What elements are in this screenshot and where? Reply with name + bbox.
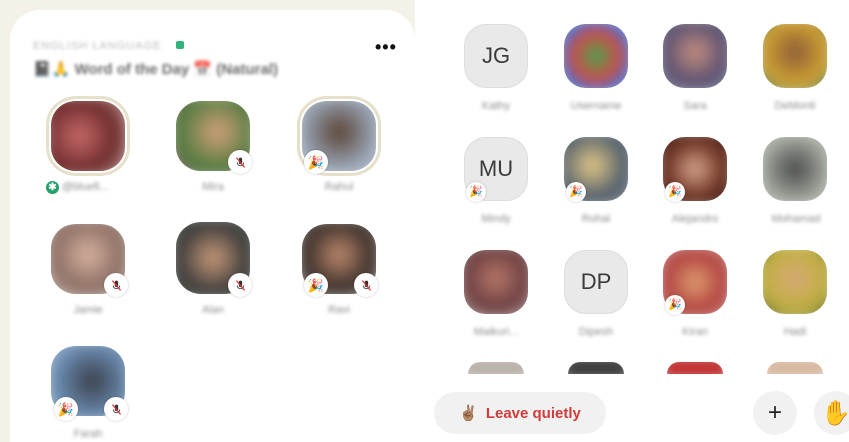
speaker-name: @bluefi... (62, 181, 109, 193)
audience-name: Rohal (581, 213, 611, 225)
audience-avatar[interactable] (468, 362, 524, 374)
audience-name: Mindy (481, 213, 511, 225)
party-popper-icon: 🎉 (304, 273, 328, 297)
audience-name: Hadi (783, 326, 807, 338)
muted-mic-icon (104, 273, 128, 297)
leave-quietly-button[interactable]: ✌🏽 Leave quietly (434, 392, 606, 434)
speaker-name: Mira (202, 181, 224, 193)
audience-name: Maikuri... (473, 326, 519, 338)
speaker-avatar[interactable] (51, 101, 125, 171)
audience-name: Kiran (682, 326, 708, 338)
party-popper-icon: 🎉 (665, 182, 685, 202)
party-popper-icon: 🎉 (304, 150, 328, 174)
party-popper-icon: 🎉 (54, 397, 78, 421)
audience-name: Kathy (481, 100, 511, 112)
speaker-name: Rahul (324, 181, 354, 193)
audience-avatar[interactable] (763, 137, 827, 201)
audience-name: Username (570, 100, 622, 112)
more-options-button[interactable]: ••• (375, 38, 397, 56)
audience-name: Dipesh (578, 326, 614, 338)
audience-avatar[interactable] (568, 362, 624, 374)
peace-hand-icon: ✌🏽 (459, 405, 478, 422)
room-subtitle: ENGLISH LANGUAGE (33, 40, 162, 52)
speaker-name: Ravi (327, 304, 350, 316)
party-popper-icon: 🎉 (566, 182, 586, 202)
add-button[interactable]: + (753, 391, 797, 435)
party-popper-icon: 🎉 (665, 295, 685, 315)
raise-hand-button[interactable]: ✋ (814, 391, 849, 435)
party-popper-icon: 🎉 (466, 182, 486, 202)
audience-avatar[interactable] (767, 362, 823, 374)
audience-avatar[interactable] (667, 362, 723, 374)
audience-name: Alejandro (671, 213, 719, 225)
leave-quietly-label: Leave quietly (485, 404, 581, 422)
audience-avatar[interactable] (763, 250, 827, 314)
muted-mic-icon (104, 397, 128, 421)
audience-avatar[interactable]: DP (564, 250, 628, 314)
live-speaker-icon: ✱ (46, 181, 59, 194)
audience-avatar[interactable] (564, 24, 628, 88)
muted-mic-icon (228, 150, 252, 174)
speaker-name: Jamie (73, 304, 103, 316)
room-title[interactable]: 📓🙏 Word of the Day 📅 (Natural) (33, 60, 278, 78)
speaker-name: Farah (73, 428, 103, 440)
audience-name: Mohamad (771, 213, 821, 225)
audience-avatar[interactable] (464, 250, 528, 314)
muted-mic-icon (228, 273, 252, 297)
live-indicator-icon (176, 41, 184, 49)
audience-name: DeMonti (774, 100, 816, 112)
audience-avatar[interactable]: JG (464, 24, 528, 88)
audience-avatar[interactable] (663, 24, 727, 88)
audience-name: Sara (683, 100, 707, 112)
muted-mic-icon (354, 273, 378, 297)
audience-avatar[interactable] (763, 24, 827, 88)
speaker-name: Alan (201, 304, 225, 316)
